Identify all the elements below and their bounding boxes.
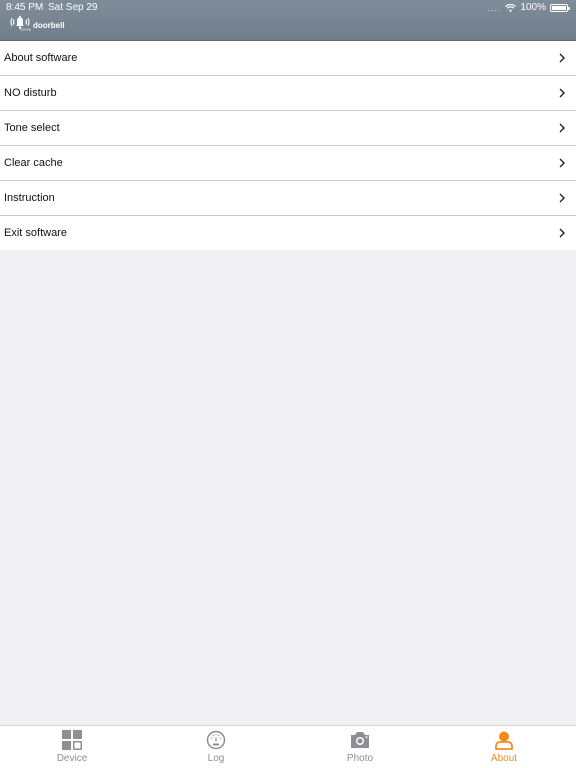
app-screen: 8:45 PM Sat Sep 29 .... 100% doorbell Ab… (0, 0, 576, 768)
chevron-right-icon (557, 158, 567, 168)
brand-logo: doorbell (10, 15, 65, 31)
tab-log[interactable]: Log (144, 726, 288, 768)
tab-bar: Device Log Photo About (0, 725, 576, 768)
signal-icon: .... (487, 3, 502, 13)
person-icon (493, 729, 515, 751)
chevron-right-icon (557, 228, 567, 238)
tab-photo[interactable]: Photo (288, 726, 432, 768)
menu-item-clear-cache[interactable]: Clear cache (0, 146, 576, 181)
status-date: Sat Sep 29 (48, 2, 98, 13)
status-bar: 8:45 PM Sat Sep 29 .... 100% (0, 0, 576, 16)
tab-about[interactable]: About (432, 726, 576, 768)
chevron-right-icon (557, 123, 567, 133)
menu-item-label: NO disturb (4, 87, 57, 99)
chevron-right-icon (557, 193, 567, 203)
menu-item-label: Exit software (4, 227, 67, 239)
menu-item-exit-software[interactable]: Exit software (0, 216, 576, 250)
status-right: .... 100% (487, 0, 570, 16)
menu-item-about-software[interactable]: About software (0, 41, 576, 76)
menu-item-label: Clear cache (4, 157, 63, 169)
menu-item-label: Tone select (4, 122, 60, 134)
menu-item-label: About software (4, 52, 78, 64)
settings-menu: About software NO disturb Tone select Cl… (0, 41, 576, 250)
navigation-header: 8:45 PM Sat Sep 29 .... 100% doorbell (0, 0, 576, 41)
menu-item-tone-select[interactable]: Tone select (0, 111, 576, 146)
battery-percent: 100% (520, 2, 546, 13)
tab-label: About (490, 753, 518, 764)
tab-label: Log (207, 753, 225, 764)
menu-item-instruction[interactable]: Instruction (0, 181, 576, 216)
battery-icon (550, 4, 570, 12)
camera-icon (349, 729, 371, 751)
tab-label: Photo (346, 753, 374, 764)
chevron-right-icon (557, 53, 567, 63)
gauge-icon (205, 729, 227, 751)
wifi-icon (505, 4, 517, 12)
tab-device[interactable]: Device (0, 726, 144, 768)
status-time: 8:45 PM (6, 2, 44, 13)
tab-label: Device (56, 753, 88, 764)
bell-icon (10, 15, 32, 31)
grid-icon (61, 729, 83, 751)
brand-text: doorbell (33, 21, 65, 30)
chevron-right-icon (557, 88, 567, 98)
menu-item-label: Instruction (4, 192, 55, 204)
menu-item-no-disturb[interactable]: NO disturb (0, 76, 576, 111)
